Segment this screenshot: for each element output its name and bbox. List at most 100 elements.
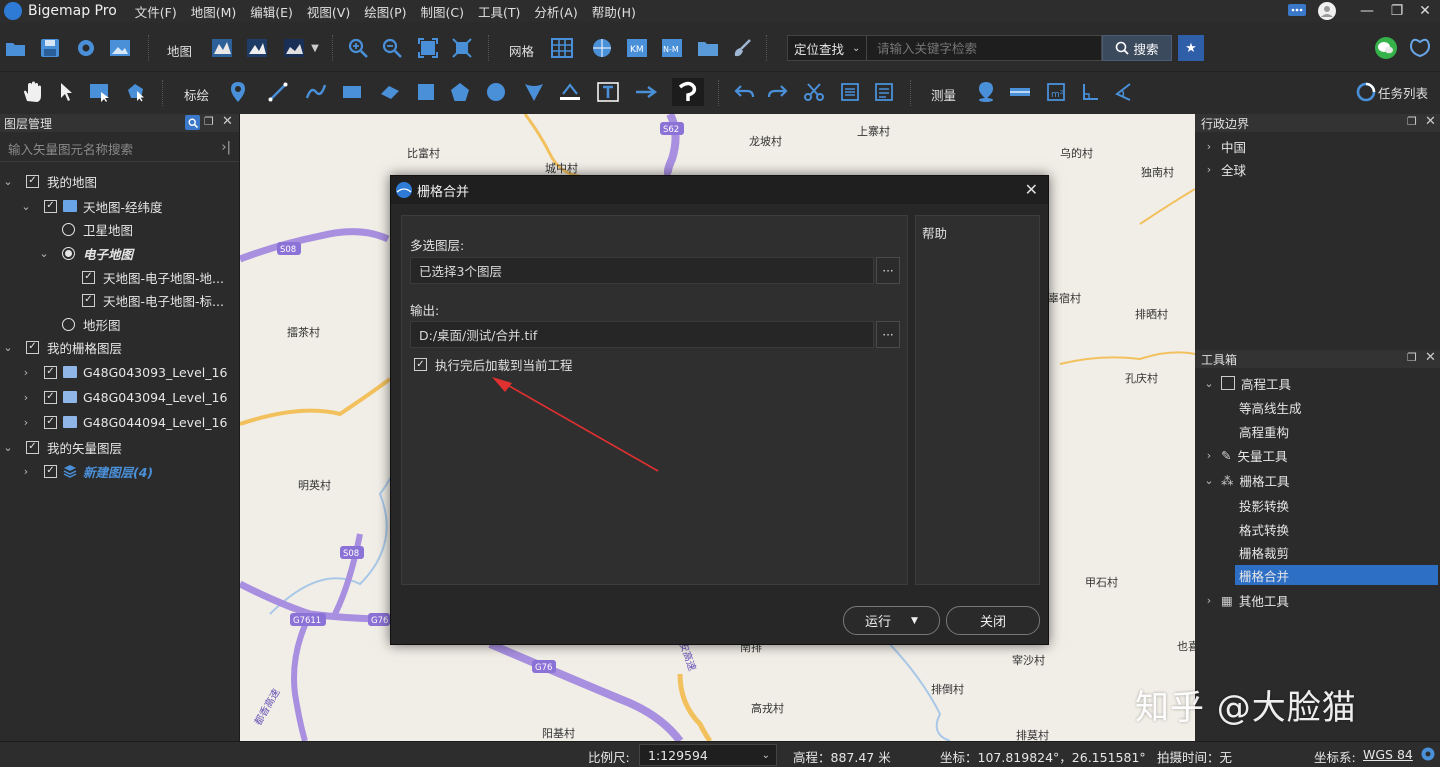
grid-icon[interactable]: [550, 36, 574, 60]
layer-search-icon[interactable]: [185, 115, 200, 130]
chevron-right-icon[interactable]: ›: [20, 391, 32, 404]
latlng-grid-icon[interactable]: [590, 36, 614, 60]
nm-grid-icon[interactable]: N-M: [660, 36, 684, 60]
checkbox[interactable]: ✓: [82, 270, 95, 284]
map-source-2-icon[interactable]: [245, 36, 269, 60]
circle-draw-icon[interactable]: [484, 80, 508, 104]
dialog-close-icon[interactable]: ✕: [1025, 180, 1038, 199]
checkbox[interactable]: ✓: [44, 464, 57, 478]
tree-satellite-map[interactable]: 卫星地图: [62, 218, 133, 240]
menu-tools[interactable]: 工具(T): [478, 2, 520, 21]
multi-layer-field[interactable]: 已选择3个图层: [410, 257, 874, 284]
toolbox-vector-tools[interactable]: › ✎ 矢量工具: [1203, 444, 1288, 466]
tree-new-layer[interactable]: › ✓ 新建图层(4): [20, 460, 153, 482]
chevron-right-icon[interactable]: ›: [1203, 140, 1215, 153]
sector-draw-icon[interactable]: [522, 80, 546, 104]
radio-button-selected[interactable]: [62, 246, 75, 260]
pan-hand-icon[interactable]: [20, 80, 44, 104]
arrow-draw-icon[interactable]: [634, 80, 658, 104]
toolbox-dem-rebuild[interactable]: 高程重构: [1239, 420, 1289, 442]
chevron-down-icon[interactable]: ⌄: [20, 200, 32, 213]
freehand-draw-icon[interactable]: [672, 78, 704, 106]
admin-item-china[interactable]: › 中国: [1203, 135, 1246, 157]
restore-icon[interactable]: ❐: [1382, 0, 1412, 22]
menu-analysis[interactable]: 分析(A): [534, 2, 577, 21]
measure-distance-icon[interactable]: [1008, 80, 1032, 104]
menu-help[interactable]: 帮助(H): [592, 2, 636, 21]
eraser-icon[interactable]: [378, 80, 402, 104]
output-browse-button[interactable]: ···: [876, 321, 900, 348]
radio-button[interactable]: [62, 317, 75, 331]
map-source-1-icon[interactable]: [210, 36, 234, 60]
search-collapse-icon[interactable]: ›|: [221, 140, 231, 155]
toolbox-contour[interactable]: 等高线生成: [1239, 396, 1302, 418]
attribute-table-icon[interactable]: [838, 80, 862, 104]
minimize-icon[interactable]: —: [1352, 0, 1382, 22]
caret-down-icon[interactable]: ▼: [911, 616, 918, 626]
panel-close-icon[interactable]: ✕: [1425, 114, 1436, 129]
text-label-icon[interactable]: [596, 80, 620, 104]
chevron-down-icon[interactable]: ⌄: [2, 341, 14, 354]
toolbox-elevation-tools[interactable]: ⌄ 高程工具: [1203, 372, 1291, 394]
checkbox-checked[interactable]: ✓: [414, 358, 427, 371]
zoom-extent-icon[interactable]: [416, 36, 440, 60]
task-list-button[interactable]: 任务列表: [1356, 82, 1428, 102]
checkbox[interactable]: ✓: [26, 340, 39, 354]
map-source-dropdown-icon[interactable]: ▼: [308, 36, 322, 60]
cut-scissors-icon[interactable]: [802, 80, 826, 104]
menu-draw[interactable]: 绘图(P): [364, 2, 406, 21]
pentagon-draw-icon[interactable]: [448, 80, 472, 104]
line-draw-icon[interactable]: [266, 80, 290, 104]
multi-layer-browse-button[interactable]: ···: [876, 257, 900, 284]
measure-angle-icon[interactable]: [1112, 80, 1136, 104]
menu-map[interactable]: 地图(M): [191, 2, 237, 21]
close-window-icon[interactable]: ✕: [1410, 0, 1440, 22]
run-button[interactable]: 运行 ▼: [843, 606, 940, 635]
zoom-in-icon[interactable]: [346, 36, 370, 60]
panel-float-icon[interactable]: ❐: [1407, 351, 1417, 364]
redo-icon[interactable]: [766, 80, 790, 104]
checkbox[interactable]: ✓: [44, 199, 57, 213]
message-icon[interactable]: [1282, 0, 1312, 22]
panel-close-icon[interactable]: ✕: [222, 114, 233, 129]
rect-select-icon[interactable]: [88, 80, 112, 104]
km-grid-icon[interactable]: KM: [625, 36, 649, 60]
settings-gear-icon[interactable]: [74, 36, 98, 60]
panel-float-icon[interactable]: ❐: [204, 115, 214, 128]
radio-button[interactable]: [62, 222, 75, 236]
measure-area-icon[interactable]: m²: [1044, 80, 1068, 104]
search-button[interactable]: 搜索: [1102, 35, 1172, 61]
save-icon[interactable]: [38, 36, 62, 60]
chevron-right-icon[interactable]: ›: [20, 416, 32, 429]
user-avatar-icon[interactable]: [1312, 0, 1342, 22]
annotate-label[interactable]: 标绘: [184, 85, 209, 104]
favorite-star-icon[interactable]: ★: [1178, 35, 1204, 61]
vector-element-search[interactable]: 输入矢量图元名称搜索 ›|: [0, 136, 239, 162]
curve-draw-icon[interactable]: [304, 80, 328, 104]
chevron-right-icon[interactable]: ›: [20, 366, 32, 379]
chevron-down-icon[interactable]: ⌄: [38, 247, 50, 260]
clear-brush-icon[interactable]: [730, 36, 754, 60]
menu-view[interactable]: 视图(V): [307, 2, 350, 21]
dialog-close-button[interactable]: 关闭: [946, 606, 1040, 635]
measure-label[interactable]: 测量: [931, 85, 956, 104]
output-path-field[interactable]: D:/桌面/测试/合并.tif: [410, 321, 874, 348]
tree-electronic-map-base[interactable]: ✓ 天地图-电子地图-地...: [82, 266, 224, 288]
toolbox-format-convert[interactable]: 格式转换: [1239, 518, 1289, 540]
open-folder-icon[interactable]: [4, 36, 28, 60]
menu-edit[interactable]: 编辑(E): [250, 2, 293, 21]
select-arrow-icon[interactable]: [54, 80, 78, 104]
toolbox-raster-merge-selected[interactable]: 栅格合并: [1235, 565, 1438, 585]
checkbox[interactable]: ✓: [82, 293, 95, 307]
chevron-down-icon[interactable]: ⌄: [2, 175, 14, 188]
chevron-down-icon[interactable]: ⌄: [2, 441, 14, 454]
checkbox[interactable]: ✓: [44, 415, 57, 429]
map-source-label[interactable]: 地图: [167, 41, 192, 60]
image-icon[interactable]: [108, 36, 132, 60]
chevron-down-icon[interactable]: ⌄: [1203, 474, 1215, 487]
folder-grid-icon[interactable]: [696, 36, 720, 60]
toolbox-projection[interactable]: 投影转换: [1239, 494, 1289, 516]
chevron-right-icon[interactable]: ›: [1203, 163, 1215, 176]
map-source-3-icon[interactable]: [282, 36, 306, 60]
checkbox[interactable]: ✓: [26, 174, 39, 188]
